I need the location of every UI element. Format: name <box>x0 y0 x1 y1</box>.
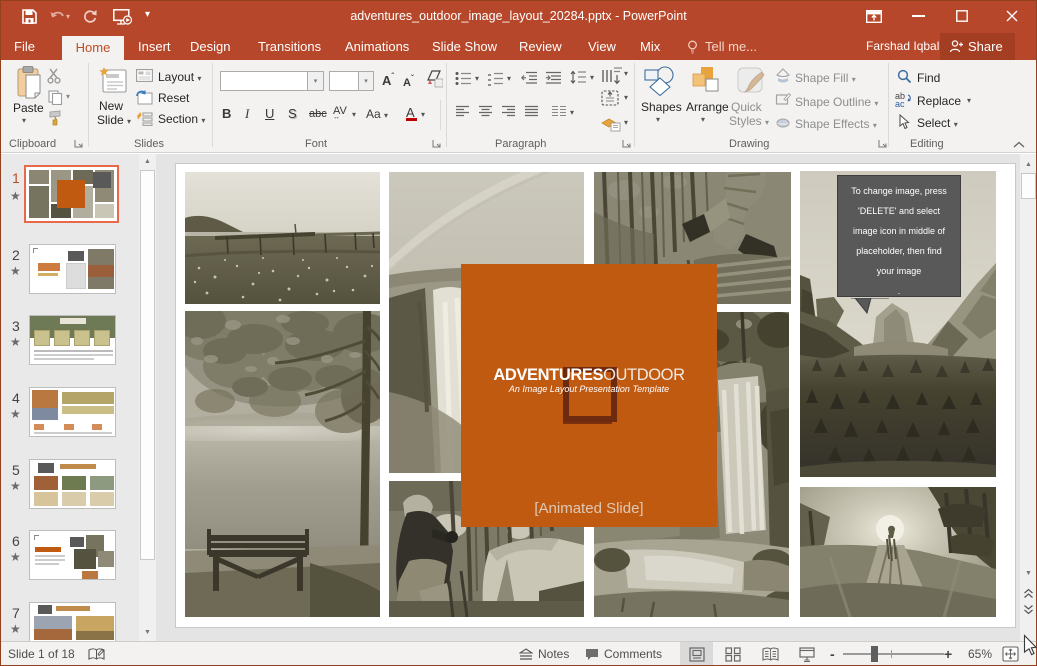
svg-text:ac: ac <box>895 99 905 108</box>
